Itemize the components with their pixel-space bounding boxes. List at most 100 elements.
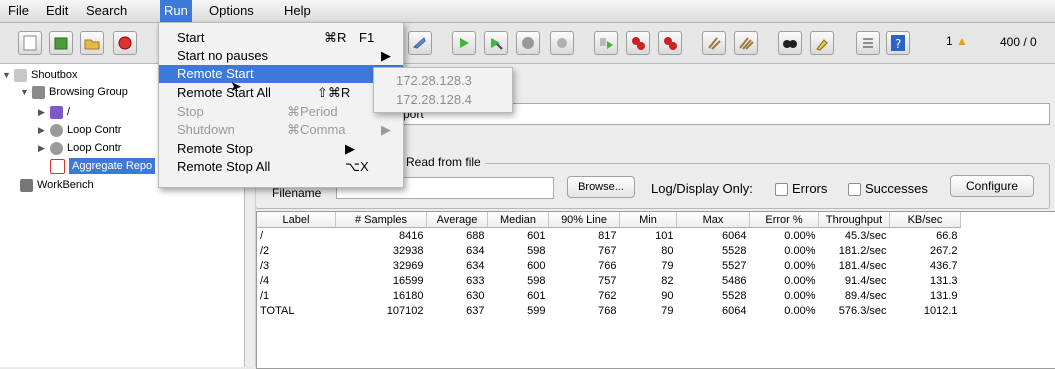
column-header[interactable]: 90% Line [548, 212, 620, 228]
menu-item-label: Remote Start All [177, 85, 271, 100]
remote-start-icon[interactable] [594, 31, 618, 55]
table-cell: 90 [661, 289, 674, 302]
menu-item-extra: ▶ [381, 122, 391, 137]
remote-host-item[interactable]: 172.28.128.3 [396, 73, 472, 88]
table-row[interactable]: /2 32938 634 598 767 80 5528 0.00% 181.2/sec 267.… [257, 243, 961, 258]
table-cell: 181.2/sec [838, 244, 887, 257]
tree-node-label: / [67, 106, 71, 118]
table-cell: /4 [260, 274, 270, 287]
successes-label: Successes [865, 181, 928, 196]
open-icon[interactable] [80, 31, 104, 55]
table-row[interactable]: /1 16180 630 601 762 90 5528 0.00% 89.4/sec 131.9 [257, 288, 961, 303]
expand-icon[interactable] [408, 31, 432, 55]
configure-button[interactable]: Configure [950, 175, 1034, 197]
run-menu-item[interactable]: Remote Stop ▶ [159, 140, 403, 158]
menu-edit[interactable]: Edit [42, 0, 72, 22]
loop-controller-icon [50, 141, 63, 155]
stop-icon[interactable] [516, 31, 540, 55]
remote-start-submenu: 172.28.128.3 172.28.128.4 [373, 67, 513, 113]
shutdown-icon[interactable] [550, 31, 574, 55]
start-icon[interactable] [452, 31, 476, 55]
table-cell: 101 [655, 229, 674, 242]
table-row[interactable]: /4 16599 633 598 757 82 5486 0.00% 91.4/sec 131.3 [257, 273, 961, 288]
menu-file[interactable]: File [4, 0, 33, 22]
clear-icon[interactable] [702, 31, 726, 55]
table-row[interactable]: TOTAL 107102 637 599 768 79 6064 0.00% 576.3/sec… [257, 303, 961, 318]
run-menu-item[interactable]: Start no pauses ▶ [159, 47, 403, 65]
expand-arrow-icon[interactable]: ▶ [38, 122, 50, 138]
warning-indicator[interactable]: 1 ▲ [946, 34, 968, 48]
tree-node-aggregate-report[interactable]: Aggregate Repo [50, 158, 156, 174]
mouse-cursor-icon: ➤ [230, 78, 242, 94]
table-cell: 757 [598, 274, 617, 287]
menu-bar: File Edit Search Run Options Help [0, 0, 1055, 23]
column-header[interactable]: Median [487, 212, 549, 228]
column-header[interactable]: Min [619, 212, 677, 228]
table-cell: 768 [598, 304, 617, 317]
column-header[interactable]: KB/sec [889, 212, 961, 228]
run-menu-item[interactable]: Remote Stop All ⌥X [159, 158, 403, 176]
tree-node-label: Aggregate Repo [69, 158, 156, 174]
templates-icon[interactable] [49, 31, 73, 55]
table-cell: 637 [466, 304, 485, 317]
workbench-icon [20, 178, 33, 192]
save-icon[interactable] [113, 31, 137, 55]
column-header[interactable]: Label [257, 212, 336, 228]
table-row[interactable]: / 8416 688 601 817 101 6064 0.00% 45.3/sec 66.8 [257, 228, 961, 244]
run-menu-item[interactable]: Start ⌘R F1 [159, 29, 403, 47]
tree-node-loop-controller-1[interactable]: ▶ Loop Contr [38, 122, 121, 138]
menu-search[interactable]: Search [82, 0, 131, 22]
run-menu-item[interactable]: Remote Start All ⇧⌘R [159, 84, 403, 102]
successes-checkbox[interactable]: Successes [848, 181, 928, 197]
tree-node-browsing-group[interactable]: ▼ Browsing Group [20, 84, 128, 100]
menu-item-shortcut: ⌥X [345, 159, 369, 174]
run-menu-item[interactable]: Remote Start▶ [159, 65, 403, 83]
column-header[interactable]: # Samples [335, 212, 427, 228]
table-cell: 0.00% [784, 259, 816, 272]
menu-help[interactable]: Help [280, 0, 315, 22]
remote-host-item[interactable]: 172.28.128.4 [396, 92, 472, 107]
expand-arrow-icon[interactable]: ▼ [2, 67, 14, 83]
help-icon[interactable]: ? [886, 31, 910, 55]
remote-stop-icon[interactable] [626, 31, 650, 55]
table-cell: 32969 [392, 259, 424, 272]
run-menu-dropdown: Start⌘RF1Start no pauses▶Remote Start▶Re… [158, 22, 404, 188]
run-menu-item[interactable]: Shutdown ⌘Comma ▶ [159, 121, 403, 139]
clear-all-icon[interactable] [734, 31, 758, 55]
results-table: Label # Samples Average Median 90% Line Min Ma… [256, 211, 1055, 369]
tree-node-loop-controller-2[interactable]: ▶ Loop Contr [38, 140, 121, 156]
menu-item-shortcut: ⇧⌘R [317, 85, 351, 100]
filename-label: Filename [272, 186, 322, 200]
table-cell: 91.4/sec [844, 274, 887, 287]
test-plan-icon [14, 68, 27, 82]
tree-node-workbench[interactable]: WorkBench [20, 177, 94, 193]
column-header[interactable]: Error % [749, 212, 819, 228]
remote-shutdown-icon[interactable] [658, 31, 682, 55]
tree-node-sampler[interactable]: ▶ / [38, 104, 70, 120]
column-header[interactable]: Max [676, 212, 750, 228]
column-header[interactable]: Throughput [818, 212, 890, 228]
expand-arrow-icon[interactable]: ▼ [20, 84, 32, 100]
table-cell: 0.00% [784, 229, 816, 242]
menu-run[interactable]: Run [160, 0, 192, 22]
column-header[interactable]: Average [426, 212, 488, 228]
browse-button[interactable]: Browse... [567, 176, 635, 198]
search-icon[interactable] [778, 31, 802, 55]
table-cell: /1 [260, 289, 270, 302]
errors-checkbox[interactable]: Errors [775, 181, 827, 197]
expand-arrow-icon[interactable]: ▶ [38, 140, 50, 156]
new-icon[interactable] [18, 31, 42, 55]
run-menu-item[interactable]: Stop ⌘Period [159, 103, 403, 121]
svg-text:?: ? [895, 37, 901, 51]
table-cell: 79 [661, 304, 674, 317]
table-cell: 762 [598, 289, 617, 302]
menu-options[interactable]: Options [205, 0, 258, 22]
tree-node-shoutbox[interactable]: ▼ Shoutbox [2, 67, 77, 83]
thread-counter: 400 / 0 [1000, 35, 1037, 49]
expand-arrow-icon[interactable]: ▶ [38, 104, 50, 120]
table-row[interactable]: /3 32969 634 600 766 79 5527 0.00% 181.4/sec 436.… [257, 258, 961, 273]
reset-search-icon[interactable] [810, 31, 834, 55]
start-no-pause-icon[interactable] [484, 31, 508, 55]
table-cell: 601 [527, 289, 546, 302]
function-helper-icon[interactable] [856, 31, 880, 55]
